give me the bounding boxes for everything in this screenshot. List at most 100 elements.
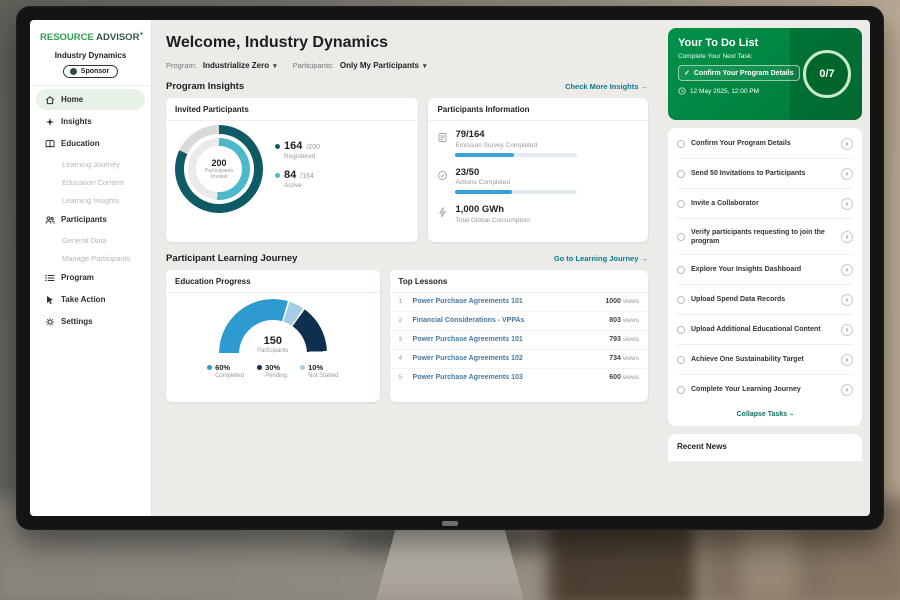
recent-news-title: Recent News	[677, 442, 727, 451]
lesson-title-link[interactable]: Power Purchase Agreements 103	[413, 374, 604, 381]
task-label: Explore Your Insights Dashboard	[691, 265, 835, 274]
lesson-views-count: 793	[609, 336, 621, 343]
chevron-right-icon[interactable]: ›	[841, 264, 853, 276]
lesson-views-suffix: views	[623, 336, 639, 343]
radio-icon[interactable]	[677, 326, 685, 334]
sidebar-item-take-action[interactable]: Take Action	[36, 289, 145, 310]
lesson-row[interactable]: 2 Financial Considerations - VPPAs 803 v…	[390, 312, 648, 331]
todo-summary-card: Your To Do List Complete Your Next Task:…	[668, 28, 862, 120]
lesson-title-link[interactable]: Power Purchase Agreements 101	[413, 298, 600, 305]
radio-icon[interactable]	[677, 266, 685, 274]
sidebar-item-label: Manage Participants	[62, 254, 130, 263]
top-lessons-card: Top Lessons 1 Power Purchase Agreements …	[390, 270, 648, 402]
monitor-brand-logo	[442, 521, 458, 526]
sidebar-item-general-data[interactable]: General Data	[36, 231, 145, 249]
sidebar-item-label: Education Content	[62, 178, 124, 187]
sidebar: RESOURCE ADVISOR+ Industry Dynamics Spon…	[30, 20, 152, 516]
lesson-title-link[interactable]: Power Purchase Agreements 102	[413, 355, 604, 362]
radio-icon[interactable]	[677, 170, 685, 178]
task-row-invite-collaborator[interactable]: Invite a Collaborator ›	[677, 189, 853, 219]
stat-emission-survey: 79/164 Emission Survey Completed	[437, 129, 639, 157]
chevron-right-icon[interactable]: ›	[841, 384, 853, 396]
lesson-row[interactable]: 1 Power Purchase Agreements 101 1000 vie…	[390, 293, 648, 312]
active-label: Active	[284, 182, 320, 189]
lesson-views-suffix: views	[623, 355, 639, 362]
pending-pct: 30%	[265, 363, 280, 372]
sidebar-item-insights[interactable]: Insights	[36, 111, 145, 132]
chevron-right-icon[interactable]: ›	[841, 354, 853, 366]
task-row-complete-learning-journey[interactable]: Complete Your Learning Journey ›	[677, 375, 853, 404]
main-content: Welcome, Industry Dynamics Program: Indu…	[152, 20, 660, 516]
right-panel: Your To Do List Complete Your Next Task:…	[660, 20, 870, 516]
sidebar-item-settings[interactable]: Settings	[36, 311, 145, 332]
radio-icon[interactable]	[677, 200, 685, 208]
gauge-center-label: Participants	[257, 348, 288, 353]
lesson-title-link[interactable]: Power Purchase Agreements 101	[413, 336, 604, 343]
sidebar-item-program[interactable]: Program	[36, 267, 145, 288]
home-icon	[44, 94, 55, 105]
sponsor-badge: Sponsor	[63, 65, 118, 78]
task-row-achieve-target[interactable]: Achieve One Sustainability Target ›	[677, 345, 853, 375]
task-row-send-invitations[interactable]: Send 50 Invitations to Participants ›	[677, 159, 853, 189]
chevron-right-icon[interactable]: ›	[841, 138, 853, 150]
todo-next-task[interactable]: ✓ Confirm Your Program Details	[678, 65, 800, 81]
lesson-title-link[interactable]: Financial Considerations - VPPAs	[413, 317, 604, 324]
sidebar-item-label: Program	[61, 273, 94, 282]
radio-icon[interactable]	[677, 296, 685, 304]
chevron-right-icon[interactable]: ›	[841, 198, 853, 210]
org-name: Industry Dynamics	[30, 51, 151, 60]
program-select-value: Industrialize Zero	[203, 61, 269, 70]
chevron-right-icon[interactable]: ›	[841, 168, 853, 180]
task-row-upload-educational-content[interactable]: Upload Additional Educational Content ›	[677, 315, 853, 345]
page-title: Welcome, Industry Dynamics	[166, 34, 648, 52]
monitor-bezel: RESOURCE ADVISOR+ Industry Dynamics Spon…	[16, 6, 884, 530]
stat-global-consumption: 1,000 GWh Total Global Consumption	[437, 204, 639, 224]
education-gauge-chart: 150 Participants	[219, 299, 327, 353]
gear-icon	[44, 316, 55, 327]
recent-news-card[interactable]: Recent News	[668, 434, 862, 461]
lesson-row[interactable]: 5 Power Purchase Agreements 103 600 view…	[390, 369, 648, 387]
radio-icon[interactable]	[677, 356, 685, 364]
not-started-pct: 10%	[308, 363, 323, 372]
stat-label: Actions Completed	[455, 179, 577, 186]
lesson-views-count: 803	[609, 317, 621, 324]
task-row-confirm-details[interactable]: Confirm Your Program Details ›	[677, 129, 853, 159]
collapse-tasks-button[interactable]: Collapse Tasks ›	[677, 404, 853, 426]
radio-icon[interactable]	[677, 233, 685, 241]
lesson-views-suffix: views	[623, 374, 639, 381]
registered-dot-icon	[275, 144, 280, 149]
lesson-row[interactable]: 3 Power Purchase Agreements 101 793 view…	[390, 331, 648, 350]
program-select[interactable]: Industrialize Zero ▾	[203, 61, 277, 70]
sidebar-item-label: Learning Insights	[62, 196, 119, 205]
active-value: 84	[284, 169, 296, 181]
collapse-tasks-label: Collapse Tasks	[737, 411, 787, 418]
todo-title: Your To Do List	[678, 37, 852, 49]
learning-journey-header: Participant Learning Journey Go to Learn…	[166, 253, 648, 264]
lesson-row[interactable]: 4 Power Purchase Agreements 102 734 view…	[390, 350, 648, 369]
radio-icon[interactable]	[677, 386, 685, 394]
task-label: Upload Additional Educational Content	[691, 325, 835, 334]
participants-select[interactable]: Only My Participants ▾	[340, 61, 427, 70]
radio-icon[interactable]	[677, 140, 685, 148]
chevron-right-icon[interactable]: ›	[841, 324, 853, 336]
task-row-upload-spend-data[interactable]: Upload Spend Data Records ›	[677, 285, 853, 315]
chevron-right-icon[interactable]: ›	[841, 294, 853, 306]
sidebar-item-learning-insights[interactable]: Learning Insights	[36, 191, 145, 209]
sidebar-item-education-content[interactable]: Education Content	[36, 173, 145, 191]
lesson-rank: 5	[399, 374, 407, 381]
people-icon	[44, 214, 55, 225]
sidebar-item-manage-participants[interactable]: Manage Participants	[36, 249, 145, 267]
task-row-verify-participants[interactable]: Verify participants requesting to join t…	[677, 219, 853, 255]
check-more-insights-link[interactable]: Check More Insights →	[565, 82, 648, 91]
participants-filter-label: Participants:	[293, 61, 334, 70]
sidebar-item-learning-journey[interactable]: Learning Journey	[36, 155, 145, 173]
sidebar-item-label: Participants	[61, 215, 107, 224]
sidebar-item-home[interactable]: Home	[36, 89, 145, 110]
sidebar-item-education[interactable]: Education	[36, 133, 145, 154]
task-row-explore-insights[interactable]: Explore Your Insights Dashboard ›	[677, 255, 853, 285]
task-label: Achieve One Sustainability Target	[691, 355, 835, 364]
program-insights-cards: Invited Participants 200 Participants In…	[166, 98, 648, 242]
chevron-right-icon[interactable]: ›	[841, 231, 853, 243]
go-to-learning-journey-link[interactable]: Go to Learning Journey →	[554, 254, 648, 263]
sidebar-item-participants[interactable]: Participants	[36, 209, 145, 230]
